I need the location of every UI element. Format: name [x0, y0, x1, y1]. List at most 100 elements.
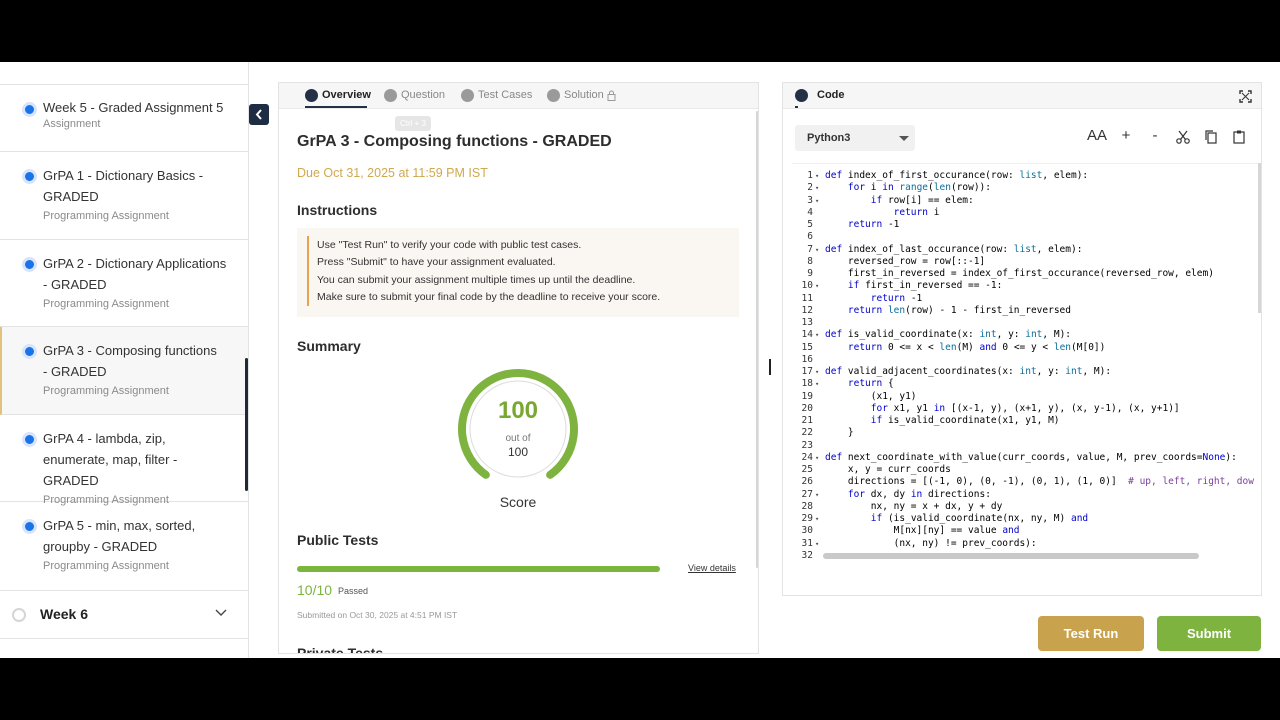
code-text: } [825, 427, 854, 439]
code-line[interactable]: 28 nx, ny = x + dx, y + dy [792, 501, 1261, 513]
line-number: 25 [801, 464, 813, 475]
code-line[interactable]: 1 ▾ def index_of_first_occurance(row: list… [792, 170, 1261, 182]
line-number: 27 [801, 488, 813, 500]
tab-overview[interactable]: Overview [305, 88, 371, 108]
code-line[interactable]: 12 return len(row) - 1 - first_in_revers… [792, 305, 1261, 317]
private-tests-heading: Private Tests [297, 645, 384, 654]
code-line[interactable]: 27 ▾ for dx, dy in directions: [792, 488, 1261, 501]
sidebar-item-grpa3[interactable]: GrPA 3 - Composing functions - GRADED Pr… [0, 327, 248, 415]
fold-arrow-icon[interactable]: ▾ [815, 452, 823, 464]
code-line[interactable]: 16 [792, 354, 1261, 366]
line-number: 20 [801, 402, 813, 414]
line-number: 10 [801, 280, 813, 292]
code-line[interactable]: 6 [792, 231, 1261, 243]
sidebar-item-grpa4[interactable]: GrPA 4 - lambda, zip, enumerate, map, fi… [0, 415, 248, 506]
view-details-link[interactable]: View details [688, 563, 736, 573]
copy-icon[interactable] [1203, 127, 1219, 147]
code-editor[interactable]: 1 ▾ def index_of_first_occurance(row: list… [792, 163, 1261, 561]
code-line[interactable]: 15 return 0 <= x < len(M) and 0 <= y < l… [792, 342, 1261, 354]
submit-button[interactable]: Submit [1157, 616, 1261, 651]
code-line[interactable]: 24 ▾ def next_coordinate_with_value(curr_c… [792, 451, 1261, 464]
line-number: 1 [807, 170, 813, 181]
code-line[interactable]: 25 x, y = curr_coords [792, 464, 1261, 476]
font-size-button[interactable]: AA [1085, 127, 1109, 147]
sidebar-item-grpa5[interactable]: GrPA 5 - min, max, sorted, groupby - GRA… [0, 502, 248, 591]
paste-icon[interactable] [1231, 127, 1247, 147]
code-line[interactable]: 13 [792, 317, 1261, 329]
code-text: def index_of_first_occurance(row: list, … [825, 170, 1089, 181]
code-line[interactable]: 4 return i [792, 207, 1261, 219]
chevron-down-icon[interactable] [214, 605, 228, 619]
tab-test-cases[interactable]: Test Cases [461, 88, 533, 108]
fold-arrow-icon[interactable]: ▾ [815, 329, 823, 341]
fold-arrow-icon[interactable]: ▾ [815, 195, 823, 207]
code-panel: Code Python3 AA + - 1 ▾ def index_of_fir… [782, 82, 1262, 596]
line-number: 11 [801, 292, 813, 304]
editor-horizontal-scrollbar[interactable] [823, 553, 1199, 559]
code-line[interactable]: 8 reversed_row = row[::-1] [792, 256, 1261, 268]
code-text: def is_valid_coordinate(x: int, y: int, … [825, 329, 1072, 341]
code-line[interactable]: 29 ▾ if (is_valid_coordinate(nx, ny, M) a… [792, 513, 1261, 525]
collapse-sidebar-button[interactable] [249, 104, 269, 125]
line-number: 17 [801, 366, 813, 377]
line-number: 22 [801, 427, 813, 439]
instructions-accent-bar [307, 236, 309, 306]
code-line[interactable]: 21 if is_valid_coordinate(x1, y1, M) [792, 415, 1261, 427]
code-line[interactable]: 9 first_in_reversed = index_of_first_occ… [792, 268, 1261, 280]
fold-arrow-icon[interactable]: ▾ [815, 170, 823, 182]
question-icon [384, 89, 397, 102]
editor-vertical-scrollbar[interactable] [1258, 163, 1261, 313]
fold-arrow-icon[interactable]: ▾ [815, 489, 823, 501]
fold-arrow-icon[interactable]: ▾ [815, 378, 823, 390]
fold-arrow-icon[interactable]: ▾ [815, 366, 823, 378]
expand-icon[interactable] [1239, 90, 1252, 103]
status-dot-icon [22, 257, 37, 272]
line-number: 2 [807, 182, 813, 194]
code-line[interactable]: 31 ▾ (nx, ny) != prev_coords): [792, 538, 1261, 550]
overview-scrollbar[interactable] [756, 111, 758, 568]
fold-arrow-icon[interactable]: ▾ [815, 244, 823, 256]
sidebar-item-title: GrPA 2 - Dictionary Applications - GRADE… [43, 256, 227, 292]
code-line[interactable]: 2 ▾ for i in range(len(row)): [792, 182, 1261, 194]
code-line[interactable]: 3 ▾ if row[i] == elem: [792, 195, 1261, 207]
code-line[interactable]: 10 ▾ if first_in_reversed == -1: [792, 280, 1261, 292]
sidebar-item-subtitle: Programming Assignment [43, 298, 169, 310]
panel-resize-handle[interactable] [769, 359, 771, 375]
zoom-out-button[interactable]: - [1147, 127, 1163, 147]
sidebar-item-grpa1[interactable]: GrPA 1 - Dictionary Basics - GRADED Prog… [0, 152, 248, 240]
sidebar-scrollbar[interactable] [245, 358, 248, 491]
code-line[interactable]: 5 return -1 [792, 219, 1261, 231]
line-number: 18 [801, 378, 813, 390]
code-line[interactable]: 17 ▾ def valid_adjacent_coordinates(x: int… [792, 366, 1261, 378]
fold-arrow-icon[interactable]: ▾ [815, 513, 823, 525]
code-line[interactable]: 18 ▾ return { [792, 378, 1261, 390]
code-line[interactable]: 14 ▾ def is_valid_coordinate(x: int, y: in… [792, 329, 1261, 341]
sidebar-item-subtitle: Programming Assignment [43, 560, 169, 572]
tab-question[interactable]: Question [384, 88, 446, 108]
fold-arrow-icon[interactable]: ▾ [815, 182, 823, 194]
code-line[interactable]: 7 ▾ def index_of_last_occurance(row: list,… [792, 244, 1261, 256]
chevron-left-icon [255, 109, 262, 120]
code-line[interactable]: 26 directions = [(-1, 0), (0, -1), (0, 1… [792, 476, 1261, 488]
sidebar-item-grpa2[interactable]: GrPA 2 - Dictionary Applications - GRADE… [0, 240, 248, 327]
tab-code[interactable]: Code [795, 87, 845, 108]
tab-solution[interactable]: Solution [547, 88, 619, 108]
code-line[interactable]: 19 (x1, y1) [792, 391, 1261, 403]
zoom-in-button[interactable]: + [1118, 127, 1134, 147]
code-line[interactable]: 23 [792, 440, 1261, 452]
code-line[interactable]: 11 return -1 [792, 292, 1261, 305]
sidebar-week6[interactable]: Week 6 [0, 591, 248, 639]
code-line[interactable]: 20 for x1, y1 in [(x-1, y), (x+1, y), (x… [792, 402, 1261, 415]
code-line[interactable]: 22 } [792, 427, 1261, 439]
sidebar: Week 5 - Graded Assignment 5 Assignment … [0, 62, 249, 658]
sidebar-item-title: GrPA 1 - Dictionary Basics - GRADED [43, 168, 204, 204]
fold-arrow-icon[interactable]: ▾ [815, 280, 823, 292]
fold-arrow-icon[interactable]: ▾ [815, 538, 823, 550]
sidebar-item-week5-graded-assignment[interactable]: Week 5 - Graded Assignment 5 Assignment [0, 85, 248, 152]
test-run-button[interactable]: Test Run [1038, 616, 1144, 651]
code-text: def next_coordinate_with_value(curr_coor… [825, 451, 1237, 463]
cut-icon[interactable] [1175, 127, 1191, 147]
code-line[interactable]: 30 M[nx][ny] == value and [792, 525, 1261, 537]
overview-icon [305, 89, 318, 102]
language-select[interactable]: Python3 [795, 125, 915, 151]
